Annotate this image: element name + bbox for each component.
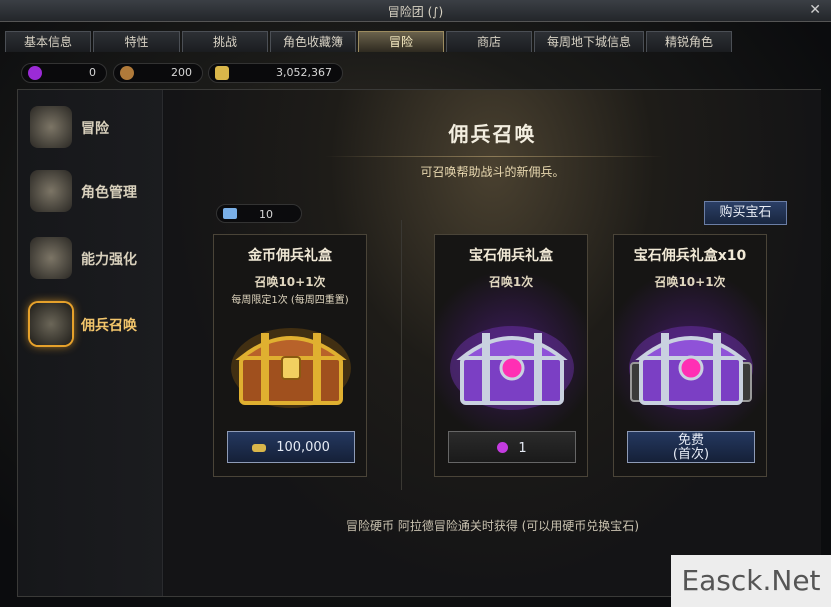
window-titlebar: 冒险团 (∫) ✕: [0, 0, 831, 22]
close-icon[interactable]: ✕: [809, 2, 821, 18]
book-icon: [30, 106, 72, 148]
section-divider: [401, 220, 402, 490]
tab-weekly-dungeon[interactable]: 每周地下城信息: [534, 31, 644, 52]
ticket-counter: 10: [216, 204, 302, 223]
card-summon-count: 召唤1次: [488, 275, 534, 289]
title-divider: [324, 156, 664, 157]
gem-summon-x10-button[interactable]: 免费 (首次): [627, 431, 755, 463]
currency-gems: 0: [21, 63, 107, 83]
card-title: 金币佣兵礼盒: [248, 248, 332, 264]
currency-gold: 3,052,367: [208, 63, 343, 83]
sidebar: 冒险 角色管理 能力强化 佣兵召唤: [18, 90, 163, 596]
purple-gem-icon: [497, 442, 509, 453]
purple-gem-icon: [28, 66, 42, 80]
card-title: 宝石佣兵礼盒x10: [633, 248, 747, 264]
card-limit-note: 每周限定1次 (每周四重置): [231, 295, 349, 306]
sidebar-item-adventure[interactable]: 冒险: [26, 102, 160, 154]
tab-traits[interactable]: 特性: [93, 31, 180, 52]
ticket-icon: [223, 208, 237, 219]
tab-shop[interactable]: 商店: [446, 31, 532, 52]
gold-chest-icon: [231, 328, 351, 408]
buy-gems-button[interactable]: 购买宝石: [704, 201, 787, 225]
gem-summon-card: 宝石佣兵礼盒 召唤1次 1: [434, 234, 588, 477]
tab-basic-info[interactable]: 基本信息: [5, 31, 91, 52]
sidebar-item-character-management[interactable]: 角色管理: [26, 166, 160, 218]
gold-summon-button[interactable]: 100,000: [227, 431, 355, 463]
tab-elite-character[interactable]: 精锐角色: [646, 31, 732, 52]
purple-chest-icon: [629, 326, 753, 410]
adventure-panel: 冒险 角色管理 能力强化 佣兵召唤 佣兵召唤 可召唤帮助战斗的新佣兵。 10 购…: [17, 89, 821, 597]
page-subtitle: 可召唤帮助战斗的新佣兵。: [420, 165, 565, 179]
footer-note: 冒险硬币 阿拉德冒险通关时获得 (可以用硬币兑换宝石): [346, 519, 639, 533]
sidebar-item-mercenary-summon[interactable]: 佣兵召唤: [26, 299, 160, 351]
bronze-coin-icon: [120, 66, 134, 80]
character-icon: [30, 170, 72, 212]
gold-pile-icon: [252, 444, 267, 452]
card-summon-count: 召唤10+1次: [654, 275, 726, 289]
gold-pile-icon: [215, 66, 229, 80]
purple-chest-icon: [450, 326, 574, 410]
tab-challenge[interactable]: 挑战: [182, 31, 268, 52]
star-icon: [30, 237, 72, 279]
card-summon-count: 召唤10+1次: [254, 275, 326, 289]
tab-bar: 基本信息 特性 挑战 角色收藏簿 冒险 商店 每周地下城信息 精锐角色: [0, 31, 831, 53]
watermark-logo: Easck.Net: [671, 555, 831, 607]
window-title: 冒险团 (∫): [387, 5, 444, 19]
gem-summon-button[interactable]: 1: [448, 431, 576, 463]
currency-coins: 200: [113, 63, 203, 83]
chest-icon: [30, 303, 72, 345]
card-title: 宝石佣兵礼盒: [469, 248, 553, 264]
main-content: 佣兵召唤 可召唤帮助战斗的新佣兵。 10 购买宝石 金币佣兵礼盒 召唤10+1次…: [164, 90, 821, 596]
page-title: 佣兵召唤: [448, 122, 537, 146]
tab-character-album[interactable]: 角色收藏簿: [270, 31, 356, 52]
tab-adventure[interactable]: 冒险: [358, 31, 444, 52]
gem-summon-x10-card: 宝石佣兵礼盒x10 召唤10+1次 免费 (首次): [613, 234, 767, 477]
sidebar-item-ability-enhance[interactable]: 能力强化: [26, 233, 160, 285]
gold-summon-card: 金币佣兵礼盒 召唤10+1次 每周限定1次 (每周四重置) 100,000: [213, 234, 367, 477]
